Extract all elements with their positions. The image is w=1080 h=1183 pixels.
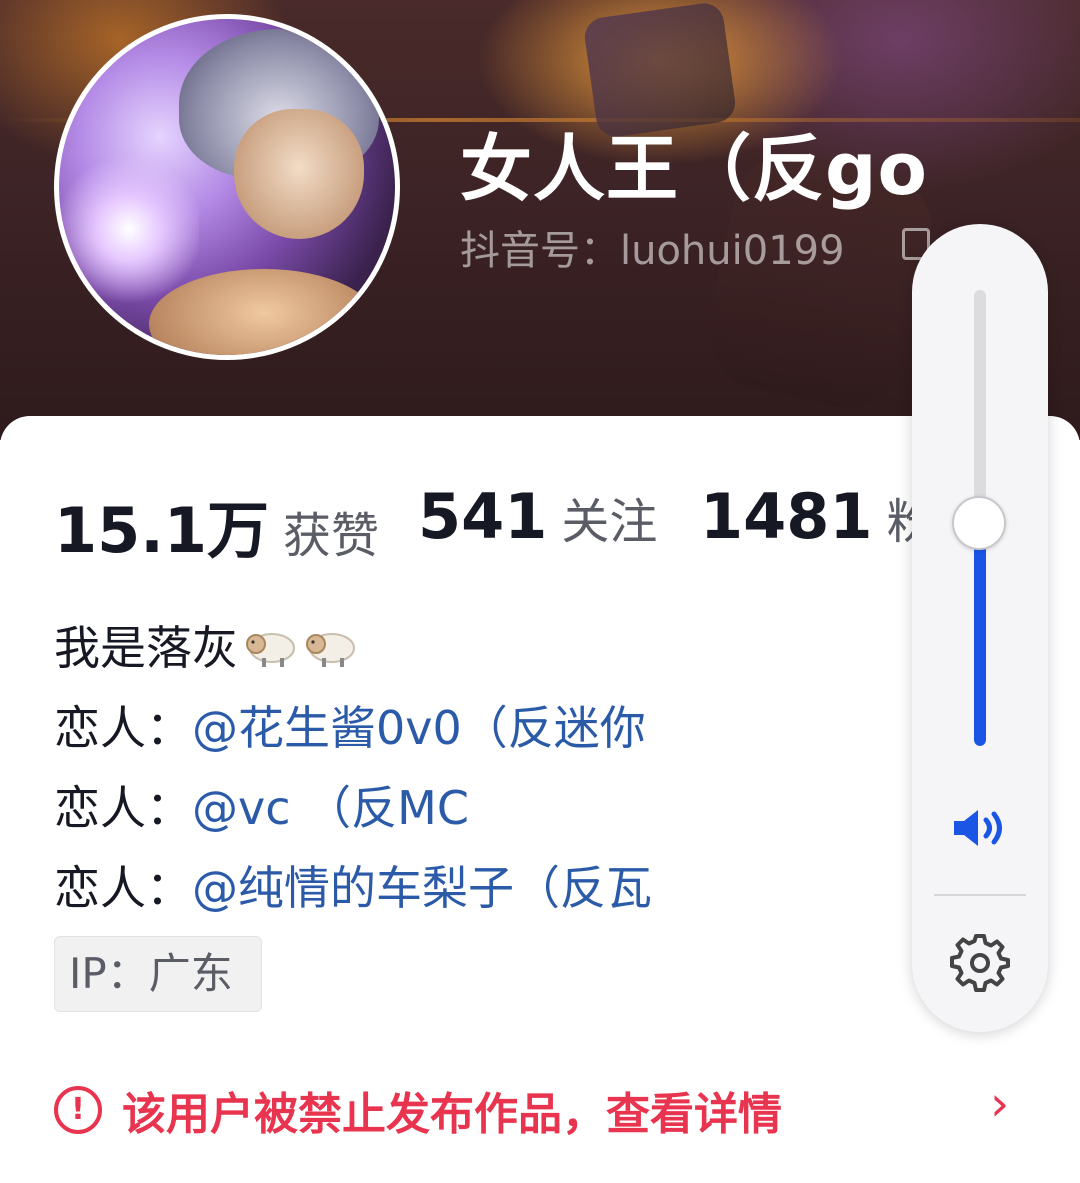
chevron-right-icon: ›: [990, 1076, 1010, 1132]
bio: 我是落灰 恋人：@花生酱0v0（反迷你 恋人：@vc （反MC 恋人：@纯情的车…: [54, 610, 914, 930]
gear-icon[interactable]: [950, 932, 1010, 992]
bio-line: 恋人：@vc （反MC: [54, 770, 914, 850]
avatar-art: [234, 109, 364, 239]
stat-following-label: 关注: [561, 494, 658, 550]
volume-panel: [912, 224, 1048, 1032]
banned-notice[interactable]: ! 该用户被禁止发布作品，查看详情 ›: [54, 1072, 1034, 1152]
volume-slider-handle[interactable]: [952, 496, 1006, 550]
mention-link[interactable]: @vc （反MC: [192, 781, 469, 835]
stat-likes[interactable]: 15.1万 获赞: [54, 480, 379, 570]
ip-location-tag: IP：广东: [54, 936, 262, 1012]
douyin-id: 抖音号：luohui0199: [460, 228, 845, 274]
stat-following-count: 541: [418, 480, 548, 553]
sheep-emoji-icon: [246, 633, 295, 667]
divider: [934, 894, 1026, 896]
bio-line: 我是落灰: [54, 610, 914, 690]
stat-following[interactable]: 541 关注: [418, 480, 657, 553]
speaker-icon[interactable]: [948, 804, 1012, 852]
bio-line: 恋人：@花生酱0v0（反迷你: [54, 690, 914, 770]
avatar[interactable]: [54, 14, 400, 360]
bio-text: 我是落灰: [54, 621, 238, 675]
volume-slider-fill: [974, 523, 986, 746]
avatar-art: [59, 149, 199, 309]
stat-likes-count: 15.1万: [54, 494, 269, 567]
exclamation-circle-icon: !: [54, 1086, 102, 1134]
mention-link[interactable]: @纯情的车梨子（反瓦: [192, 861, 652, 915]
sheep-emoji-icon: [306, 633, 355, 667]
stat-followers-count: 1481: [700, 480, 873, 553]
bio-line: 恋人：@纯情的车梨子（反瓦: [54, 850, 914, 930]
mention-link[interactable]: @花生酱0v0（反迷你: [192, 701, 646, 755]
banned-notice-text: 该用户被禁止发布作品，查看详情: [122, 1089, 782, 1140]
bio-prefix: 恋人：: [54, 701, 192, 755]
bio-prefix: 恋人：: [54, 861, 192, 915]
profile-name: 女人王（反go: [460, 127, 929, 211]
stat-likes-label: 获赞: [282, 508, 379, 564]
bio-prefix: 恋人：: [54, 781, 192, 835]
